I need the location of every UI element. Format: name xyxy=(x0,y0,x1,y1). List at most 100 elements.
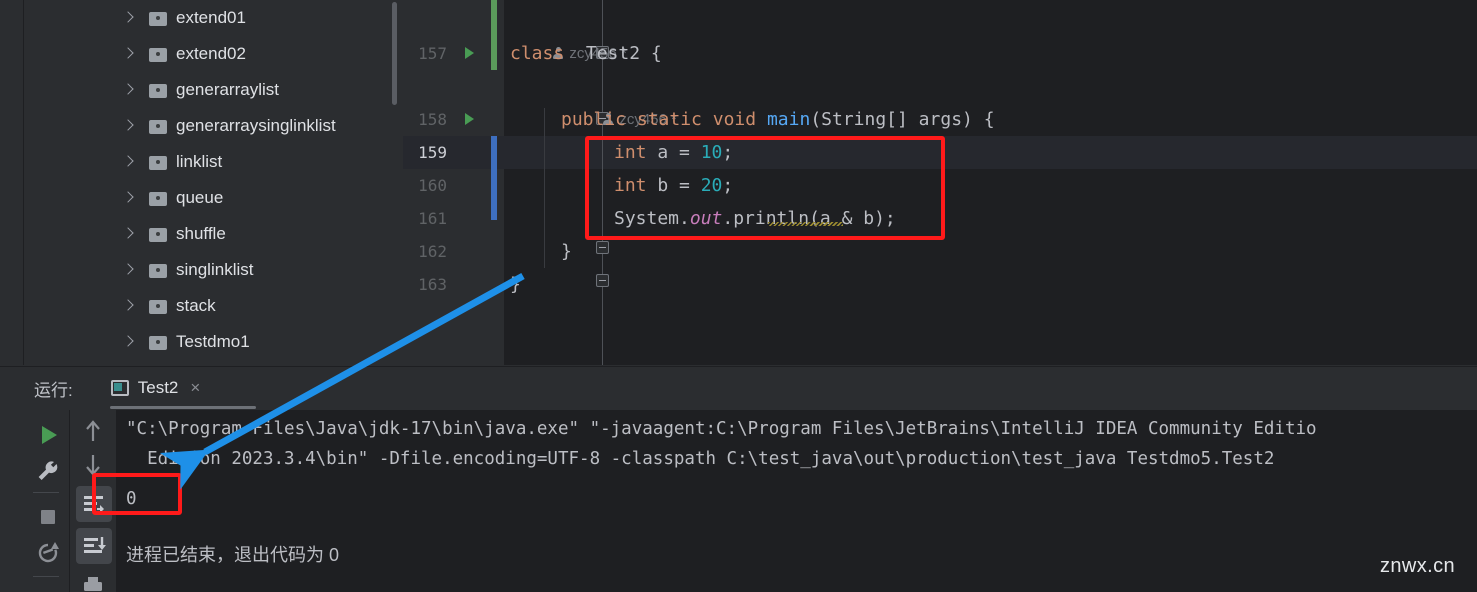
token-method: main xyxy=(766,109,811,130)
scroll-down-button[interactable] xyxy=(76,448,110,482)
list-item[interactable]: extend01 xyxy=(25,0,403,36)
token-brace: } xyxy=(561,241,572,262)
print-button[interactable] xyxy=(76,570,110,592)
scroll-to-end-button[interactable] xyxy=(76,528,112,564)
line-number: 160 xyxy=(418,176,447,195)
run-toolbar-secondary[interactable] xyxy=(70,410,116,592)
line-number: 161 xyxy=(418,209,447,228)
code-line-157: class Test2 { xyxy=(510,37,662,70)
list-item[interactable]: shuffle xyxy=(25,216,403,252)
token-keyword: int xyxy=(614,175,647,196)
code-line-163: } xyxy=(510,268,521,301)
list-item-label: stack xyxy=(176,296,216,315)
arrow-down-icon xyxy=(86,455,100,476)
token-classname: Test2 xyxy=(585,43,641,64)
chevron-right-icon[interactable] xyxy=(121,190,137,206)
folder-icon xyxy=(149,299,167,314)
token-semicolon: ; xyxy=(722,142,734,163)
list-item-label: Testdmo1 xyxy=(176,332,250,351)
run-configuration-icon xyxy=(110,380,129,396)
folder-icon xyxy=(149,263,167,278)
line-number: 162 xyxy=(418,242,447,261)
code-editor[interactable]: 157 158 159 160 161 162 163 zcy456 * cla… xyxy=(403,0,1477,365)
token-keyword: public xyxy=(561,109,627,130)
token-classref: System. xyxy=(614,208,690,229)
folder-icon xyxy=(149,11,167,26)
list-item-label: shuffle xyxy=(176,224,226,243)
scroll-to-end-icon xyxy=(84,537,106,553)
token-brace: } xyxy=(510,274,521,295)
line-number: 159 xyxy=(418,143,447,162)
list-item[interactable]: extend02 xyxy=(25,36,403,72)
wrench-icon xyxy=(38,461,58,480)
scroll-up-button[interactable] xyxy=(76,414,110,448)
line-number: 158 xyxy=(418,110,447,129)
chevron-right-icon[interactable] xyxy=(121,82,137,98)
chevron-right-icon[interactable] xyxy=(121,154,137,170)
run-method-gutter-icon[interactable] xyxy=(465,113,474,125)
toolbar-divider xyxy=(33,492,59,493)
vcs-author-inlay: zcy456 * xyxy=(519,4,627,62)
toolbar-divider xyxy=(33,576,59,577)
list-item-label: linklist xyxy=(176,152,223,171)
chevron-right-icon[interactable] xyxy=(121,298,137,314)
console-output-value: 0 xyxy=(126,489,137,509)
vcs-change-marker-blue[interactable] xyxy=(491,136,497,220)
list-item[interactable]: singlinklist xyxy=(25,252,403,288)
soft-wrap-button[interactable] xyxy=(76,486,112,522)
tab-test2[interactable]: Test2 × xyxy=(105,367,207,409)
chevron-right-icon[interactable] xyxy=(121,334,137,350)
chevron-right-icon[interactable] xyxy=(121,10,137,26)
folder-icon xyxy=(149,191,167,206)
list-item-label: extend01 xyxy=(176,8,246,27)
token-semicolon: ; xyxy=(722,175,734,196)
folder-icon xyxy=(149,335,167,350)
folder-icon xyxy=(149,227,167,242)
console-line: "C:\Program Files\Java\jdk-17\bin\java.e… xyxy=(126,419,1317,439)
code-line-161: System.out.println(a & b); xyxy=(614,202,896,235)
tab-label: Test2 xyxy=(137,378,179,397)
token-params: (String[] args) { xyxy=(810,109,995,130)
editor-gutter[interactable]: 157 158 159 160 161 162 163 xyxy=(403,0,504,365)
console-output[interactable]: "C:\Program Files\Java\jdk-17\bin\java.e… xyxy=(116,410,1477,592)
run-class-gutter-icon[interactable] xyxy=(465,47,474,59)
chevron-right-icon[interactable] xyxy=(121,46,137,62)
play-icon xyxy=(42,426,57,444)
run-toolbar-primary[interactable] xyxy=(25,410,70,592)
list-item[interactable]: Testdmo1 xyxy=(25,324,403,360)
list-item[interactable]: linklist xyxy=(25,144,403,180)
list-item[interactable]: queue xyxy=(25,180,403,216)
run-panel-title: 运行: xyxy=(34,380,73,400)
settings-button[interactable] xyxy=(31,454,65,488)
folder-icon xyxy=(149,119,167,134)
code-line-159: int a = 10; xyxy=(614,136,733,169)
chevron-right-icon[interactable] xyxy=(121,262,137,278)
chevron-right-icon[interactable] xyxy=(121,118,137,134)
fold-end-icon[interactable] xyxy=(596,241,609,254)
list-item[interactable]: generarraysinglinklist xyxy=(25,108,403,144)
list-item-label: generarraysinglinklist xyxy=(176,116,336,135)
folder-icon xyxy=(149,47,167,62)
inspection-squiggle xyxy=(768,222,843,226)
token-number: 20 xyxy=(700,175,723,196)
token-keyword: void xyxy=(712,109,757,130)
code-line-160: int b = 20; xyxy=(614,169,733,202)
token-keyword: class xyxy=(510,43,565,64)
chevron-right-icon[interactable] xyxy=(121,226,137,242)
stop-button[interactable] xyxy=(31,500,65,534)
list-item[interactable]: stack xyxy=(25,288,403,324)
vcs-change-marker-green[interactable] xyxy=(491,0,497,70)
line-number: 157 xyxy=(418,44,447,63)
rerun-button[interactable] xyxy=(31,418,65,452)
code-line-162: } xyxy=(561,235,572,268)
project-tree-panel[interactable]: extend01 extend02 generarraylist generar… xyxy=(25,0,403,365)
ide-window: extend01 extend02 generarraylist generar… xyxy=(0,0,1477,592)
console-line: Edition 2023.3.4\bin" -Dfile.encoding=UT… xyxy=(126,449,1275,469)
restart-button[interactable] xyxy=(31,536,65,570)
fold-end-icon[interactable] xyxy=(596,274,609,287)
close-icon[interactable]: × xyxy=(190,378,200,398)
list-item-label: singlinklist xyxy=(176,260,254,279)
list-item[interactable]: generarraylist xyxy=(25,72,403,108)
code-text-area[interactable]: zcy456 * class Test2 { zcy456 * public s… xyxy=(504,0,1477,365)
